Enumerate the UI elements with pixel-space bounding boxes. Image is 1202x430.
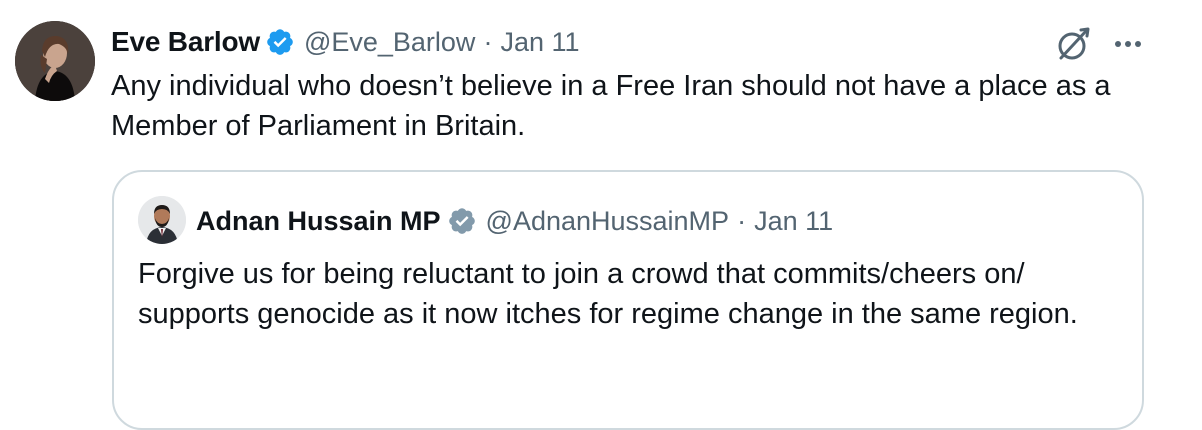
- grey-verified-badge-icon[interactable]: [447, 206, 477, 236]
- author-name[interactable]: Eve Barlow: [111, 26, 260, 58]
- author-photo: [15, 21, 95, 101]
- quoted-tweet-header: Adnan Hussain MP @AdnanHussainMP · Jan 1…: [196, 201, 833, 241]
- quoted-tweet-date[interactable]: Jan 11: [754, 206, 833, 237]
- grok-icon[interactable]: [1053, 24, 1093, 64]
- tweet-date[interactable]: Jan 11: [500, 27, 579, 58]
- tweet-text: Any individual who doesn’t believe in a …: [111, 70, 1111, 142]
- more-options-icon[interactable]: [1110, 29, 1146, 59]
- separator-dot: ·: [483, 26, 493, 57]
- quoted-separator-dot: ·: [737, 205, 747, 236]
- quoted-author-avatar[interactable]: [138, 196, 186, 244]
- quoted-author-name[interactable]: Adnan Hussain MP: [196, 206, 441, 237]
- quoted-author-handle[interactable]: @AdnanHussainMP: [486, 206, 730, 237]
- author-handle[interactable]: @Eve_Barlow: [304, 27, 475, 58]
- quoted-author-photo: [138, 196, 186, 244]
- tweet-header: Eve Barlow @Eve_Barlow · Jan 11: [111, 22, 580, 62]
- author-avatar[interactable]: [15, 21, 95, 101]
- verified-badge-icon[interactable]: [265, 27, 295, 57]
- quoted-tweet-text: Forgive us for being reluctant to join a…: [138, 258, 1078, 330]
- quoted-tweet-card[interactable]: Adnan Hussain MP @AdnanHussainMP · Jan 1…: [112, 170, 1144, 430]
